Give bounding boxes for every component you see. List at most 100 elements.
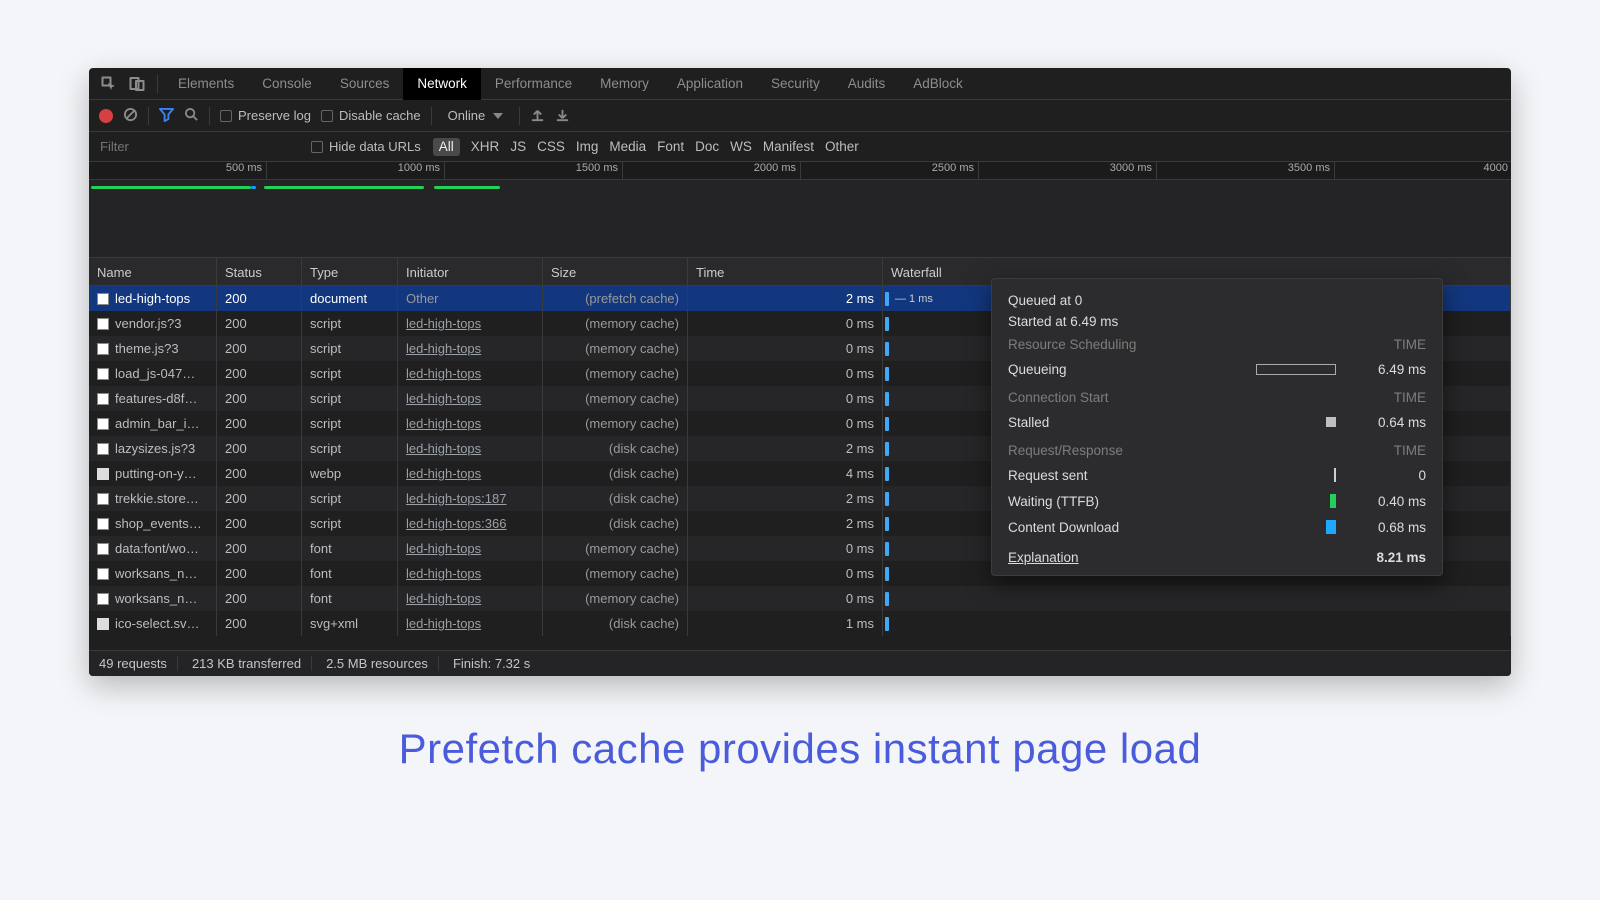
row-initiator[interactable]: led-high-tops bbox=[406, 366, 481, 381]
type-chip-font[interactable]: Font bbox=[657, 139, 684, 154]
row-time: 4 ms bbox=[688, 461, 883, 486]
hide-data-urls-checkbox[interactable]: Hide data URLs bbox=[311, 139, 421, 154]
waterfall-bar bbox=[885, 492, 889, 506]
row-initiator[interactable]: led-high-tops bbox=[406, 441, 481, 456]
row-size: (disk cache) bbox=[543, 486, 688, 511]
row-size: (memory cache) bbox=[543, 361, 688, 386]
record-button[interactable] bbox=[99, 109, 113, 123]
tab-audits[interactable]: Audits bbox=[834, 68, 900, 100]
col-type[interactable]: Type bbox=[302, 258, 398, 286]
upload-har-icon[interactable] bbox=[530, 107, 545, 125]
search-icon[interactable] bbox=[184, 107, 199, 125]
favicon-icon bbox=[97, 543, 109, 555]
favicon-icon bbox=[97, 368, 109, 380]
row-initiator[interactable]: led-high-tops bbox=[406, 566, 481, 581]
tab-security[interactable]: Security bbox=[757, 68, 834, 100]
throttling-select[interactable]: Online bbox=[442, 108, 510, 123]
slide-caption: Prefetch cache provides instant page loa… bbox=[0, 725, 1600, 773]
tab-console[interactable]: Console bbox=[248, 68, 326, 100]
row-time: 1 ms bbox=[688, 611, 883, 636]
favicon-icon bbox=[97, 568, 109, 580]
sent-swatch bbox=[1334, 468, 1336, 482]
tab-sources[interactable]: Sources bbox=[326, 68, 404, 100]
disable-cache-label: Disable cache bbox=[339, 108, 421, 123]
col-name[interactable]: Name bbox=[89, 258, 217, 286]
type-chip-css[interactable]: CSS bbox=[537, 139, 565, 154]
col-status[interactable]: Status bbox=[217, 258, 302, 286]
col-initiator[interactable]: Initiator bbox=[398, 258, 543, 286]
filter-input[interactable] bbox=[99, 137, 299, 157]
type-chip-doc[interactable]: Doc bbox=[695, 139, 719, 154]
waterfall-bar bbox=[885, 517, 889, 531]
favicon-icon bbox=[97, 318, 109, 330]
disable-cache-checkbox[interactable]: Disable cache bbox=[321, 108, 421, 123]
row-initiator[interactable]: led-high-tops bbox=[406, 391, 481, 406]
timing-total: 8.21 ms bbox=[1376, 550, 1426, 565]
row-time: 2 ms bbox=[688, 286, 883, 311]
time-header: TIME bbox=[1394, 390, 1426, 405]
type-chip-img[interactable]: Img bbox=[576, 139, 599, 154]
row-size: (memory cache) bbox=[543, 411, 688, 436]
type-chip-media[interactable]: Media bbox=[609, 139, 646, 154]
network-overview[interactable]: 500 ms1000 ms1500 ms2000 ms2500 ms3000 m… bbox=[89, 162, 1511, 258]
row-size: (memory cache) bbox=[543, 561, 688, 586]
row-initiator[interactable]: led-high-tops:187 bbox=[406, 491, 506, 506]
row-name: trekkie.store… bbox=[115, 491, 199, 506]
row-initiator: Other bbox=[406, 291, 439, 306]
row-time: 0 ms bbox=[688, 561, 883, 586]
tab-application[interactable]: Application bbox=[663, 68, 757, 100]
tab-adblock[interactable]: AdBlock bbox=[899, 68, 977, 100]
inspect-element-icon[interactable] bbox=[95, 76, 123, 92]
type-chip-manifest[interactable]: Manifest bbox=[763, 139, 814, 154]
preserve-log-label: Preserve log bbox=[238, 108, 311, 123]
row-status: 200 bbox=[217, 386, 302, 411]
row-initiator[interactable]: led-high-tops bbox=[406, 341, 481, 356]
favicon-icon bbox=[97, 593, 109, 605]
waterfall-bar bbox=[885, 442, 889, 456]
row-initiator[interactable]: led-high-tops bbox=[406, 541, 481, 556]
row-type: script bbox=[302, 311, 398, 336]
tab-network[interactable]: Network bbox=[403, 68, 481, 100]
row-type: font bbox=[302, 536, 398, 561]
row-time: 0 ms bbox=[688, 336, 883, 361]
row-initiator[interactable]: led-high-tops:366 bbox=[406, 516, 506, 531]
row-time: 2 ms bbox=[688, 511, 883, 536]
time-header: TIME bbox=[1394, 443, 1426, 458]
type-chip-ws[interactable]: WS bbox=[730, 139, 752, 154]
row-initiator[interactable]: led-high-tops bbox=[406, 466, 481, 481]
table-row[interactable]: worksans_n…200fontled-high-tops(memory c… bbox=[89, 586, 1511, 611]
type-chip-xhr[interactable]: XHR bbox=[471, 139, 500, 154]
table-row[interactable]: ico-select.sv…200svg+xmlled-high-tops(di… bbox=[89, 611, 1511, 636]
type-chip-all[interactable]: All bbox=[433, 138, 460, 156]
type-chip-js[interactable]: JS bbox=[510, 139, 526, 154]
queueing-label: Queueing bbox=[1008, 362, 1178, 377]
tab-performance[interactable]: Performance bbox=[481, 68, 586, 100]
filter-toggle-icon[interactable] bbox=[159, 107, 174, 125]
separator bbox=[157, 75, 158, 93]
explanation-link[interactable]: Explanation bbox=[1008, 550, 1079, 565]
tab-elements[interactable]: Elements bbox=[164, 68, 248, 100]
row-initiator[interactable]: led-high-tops bbox=[406, 591, 481, 606]
favicon-icon bbox=[97, 443, 109, 455]
favicon-icon bbox=[97, 293, 109, 305]
hide-data-urls-label: Hide data URLs bbox=[329, 139, 421, 154]
clear-icon[interactable] bbox=[123, 107, 138, 125]
row-time: 2 ms bbox=[688, 486, 883, 511]
type-chip-other[interactable]: Other bbox=[825, 139, 859, 154]
row-size: (memory cache) bbox=[543, 311, 688, 336]
row-initiator[interactable]: led-high-tops bbox=[406, 316, 481, 331]
favicon-icon bbox=[97, 418, 109, 430]
row-initiator[interactable]: led-high-tops bbox=[406, 416, 481, 431]
download-har-icon[interactable] bbox=[555, 107, 570, 125]
tab-memory[interactable]: Memory bbox=[586, 68, 663, 100]
col-size[interactable]: Size bbox=[543, 258, 688, 286]
timing-tooltip: Queued at 0 Started at 6.49 ms Resource … bbox=[991, 278, 1443, 576]
sent-value: 0 bbox=[1346, 468, 1426, 483]
row-type: script bbox=[302, 361, 398, 386]
col-time[interactable]: Time bbox=[688, 258, 883, 286]
row-initiator[interactable]: led-high-tops bbox=[406, 616, 481, 631]
preserve-log-checkbox[interactable]: Preserve log bbox=[220, 108, 311, 123]
row-type: script bbox=[302, 486, 398, 511]
waterfall-bar bbox=[885, 317, 889, 331]
device-toolbar-icon[interactable] bbox=[123, 76, 151, 92]
